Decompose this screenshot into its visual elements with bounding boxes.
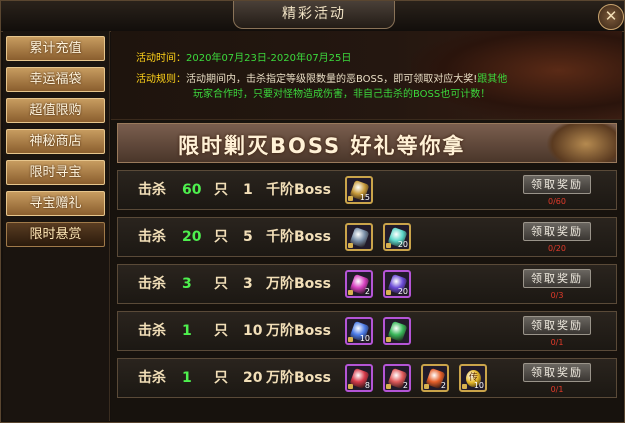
item-quantity: 20 [397, 287, 408, 296]
info-panel: 活动时间：2020年07月23日-2020年07月25日 活动规则：活动期间内，… [111, 31, 622, 120]
red-crystal-icon[interactable]: 2 [383, 364, 411, 392]
bind-lock-icon [386, 290, 391, 295]
claim-reward-button[interactable]: 领取奖励 [523, 269, 591, 288]
tab-cumulative-recharge[interactable]: 累计充值 [6, 36, 105, 61]
treasure-chest-icon[interactable]: 15 [345, 176, 373, 204]
kill-label: 击杀 [138, 323, 166, 339]
kill-unit: 只 [214, 182, 228, 198]
item-quantity: 2 [364, 287, 370, 296]
shield-orb-icon[interactable] [345, 223, 373, 251]
boss-tier: 千阶Boss [266, 182, 331, 198]
item-quantity: 15 [359, 193, 370, 202]
kill-progress: 0/1 [550, 338, 564, 347]
claim-reward-button[interactable]: 领取奖励 [523, 363, 591, 382]
time-label: 活动时间： [136, 53, 186, 64]
item-quantity: 2 [402, 381, 408, 390]
boss-level: 5 [243, 229, 253, 245]
ruby-box-icon[interactable]: 8 [345, 364, 373, 392]
rules-label: 活动规则： [136, 74, 186, 85]
kill-unit: 只 [214, 276, 228, 292]
tab-value-purchase[interactable]: 超值限购 [6, 98, 105, 123]
item-quantity: 2 [440, 381, 446, 390]
bind-lock-icon [462, 384, 467, 389]
bind-lock-icon [348, 384, 353, 389]
title-bar: 精彩活动 ✕ [1, 1, 624, 32]
reward-row: 击杀 1 只 10 万阶Boss 10 领取奖励 0/1 [117, 311, 617, 351]
time-value: 2020年07月23日-2020年07月25日 [186, 53, 352, 64]
tab-limited-bounty[interactable]: 限时悬赏 [6, 222, 105, 247]
bind-lock-icon [348, 337, 353, 342]
window-title: 精彩活动 [233, 1, 395, 29]
reward-row: 击杀 3 只 3 万阶Boss 2 20 领取奖励 0/3 [117, 264, 617, 304]
kill-progress: 0/20 [548, 244, 566, 253]
tab-limited-treasure[interactable]: 限时寻宝 [6, 160, 105, 185]
item-quantity: 20 [397, 240, 408, 249]
rules-text-1-green: 跟其他 [477, 74, 508, 85]
tab-treasure-gift[interactable]: 寻宝赠礼 [6, 191, 105, 216]
kill-label: 击杀 [138, 370, 166, 386]
bind-lock-icon [386, 337, 391, 342]
kill-progress: 0/3 [550, 291, 564, 300]
boss-level: 3 [243, 276, 253, 292]
bind-lock-icon [386, 243, 391, 248]
reward-row: 击杀 60 只 1 千阶Boss 15 领取奖励 0/60 [117, 170, 617, 210]
banner-text: 限时剿灭BOSS 好礼等你拿 [178, 134, 466, 158]
claim-reward-button[interactable]: 领取奖励 [523, 222, 591, 241]
bind-lock-icon [386, 384, 391, 389]
activity-window: 精彩活动 ✕ 累计充值 幸运福袋 超值限购 神秘商店 限时寻宝 寻宝赠礼 限时悬… [0, 0, 625, 423]
bind-lock-icon [348, 243, 353, 248]
item-quantity: 10 [359, 334, 370, 343]
boss-level: 20 [243, 370, 263, 386]
item-quantity: 8 [364, 381, 370, 390]
gold-coin-icon[interactable]: 传 10 [459, 364, 487, 392]
activity-time: 活动时间：2020年07月23日-2020年07月25日 [136, 49, 351, 64]
claim-reward-button[interactable]: 领取奖励 [523, 316, 591, 335]
boss-level: 1 [243, 182, 253, 198]
boss-tier: 千阶Boss [266, 229, 331, 245]
kill-count: 60 [182, 182, 202, 198]
event-banner: 限时剿灭BOSS 好礼等你拿 [117, 123, 617, 163]
kill-label: 击杀 [138, 229, 166, 245]
dragon-icon [546, 124, 616, 162]
sidebar: 累计充值 幸运福袋 超值限购 神秘商店 限时寻宝 寻宝赠礼 限时悬赏 [3, 31, 110, 421]
boss-level: 10 [243, 323, 263, 339]
kill-unit: 只 [214, 370, 228, 386]
purple-crystal-icon[interactable]: 20 [383, 270, 411, 298]
rules-text-1: 活动期间内，击杀指定等级限数量的恶BOSS，即可领取对应大奖! [186, 74, 478, 85]
boss-tier: 万阶Boss [266, 323, 331, 339]
green-crystal-icon[interactable] [383, 317, 411, 345]
kill-count: 20 [182, 229, 202, 245]
content-panel: 活动时间：2020年07月23日-2020年07月25日 活动规则：活动期间内，… [111, 31, 622, 421]
fire-orb-icon[interactable]: 2 [421, 364, 449, 392]
pink-gem-icon[interactable]: 2 [345, 270, 373, 298]
bind-lock-icon [348, 290, 353, 295]
claim-reward-button[interactable]: 领取奖励 [523, 175, 591, 194]
reward-row: 击杀 1 只 20 万阶Boss 8 2 2 传 10 领取奖励 0/1 [117, 358, 617, 398]
bind-lock-icon [424, 384, 429, 389]
rules-text-2: 玩家合作时，只要对怪物造成伤害，非自己击杀的BOSS也可计数！ [193, 89, 491, 100]
kill-progress: 0/60 [548, 197, 566, 206]
kill-count: 1 [182, 323, 192, 339]
kill-label: 击杀 [138, 182, 166, 198]
activity-rules: 活动规则：活动期间内，击杀指定等级限数量的恶BOSS，即可领取对应大奖!跟其他 [136, 70, 507, 85]
kill-count: 3 [182, 276, 192, 292]
boss-tier: 万阶Boss [266, 276, 331, 292]
boss-tier: 万阶Boss [266, 370, 331, 386]
reward-row: 击杀 20 只 5 千阶Boss 20 领取奖励 0/20 [117, 217, 617, 257]
kill-label: 击杀 [138, 276, 166, 292]
blue-feather-icon[interactable]: 10 [345, 317, 373, 345]
kill-progress: 0/1 [550, 385, 564, 394]
item-quantity: 10 [473, 381, 484, 390]
tab-mystery-shop[interactable]: 神秘商店 [6, 129, 105, 154]
kill-unit: 只 [214, 323, 228, 339]
close-button[interactable]: ✕ [598, 4, 624, 30]
bind-lock-icon [348, 196, 353, 201]
crystal-icon[interactable]: 20 [383, 223, 411, 251]
kill-count: 1 [182, 370, 192, 386]
tab-lucky-bag[interactable]: 幸运福袋 [6, 67, 105, 92]
kill-unit: 只 [214, 229, 228, 245]
